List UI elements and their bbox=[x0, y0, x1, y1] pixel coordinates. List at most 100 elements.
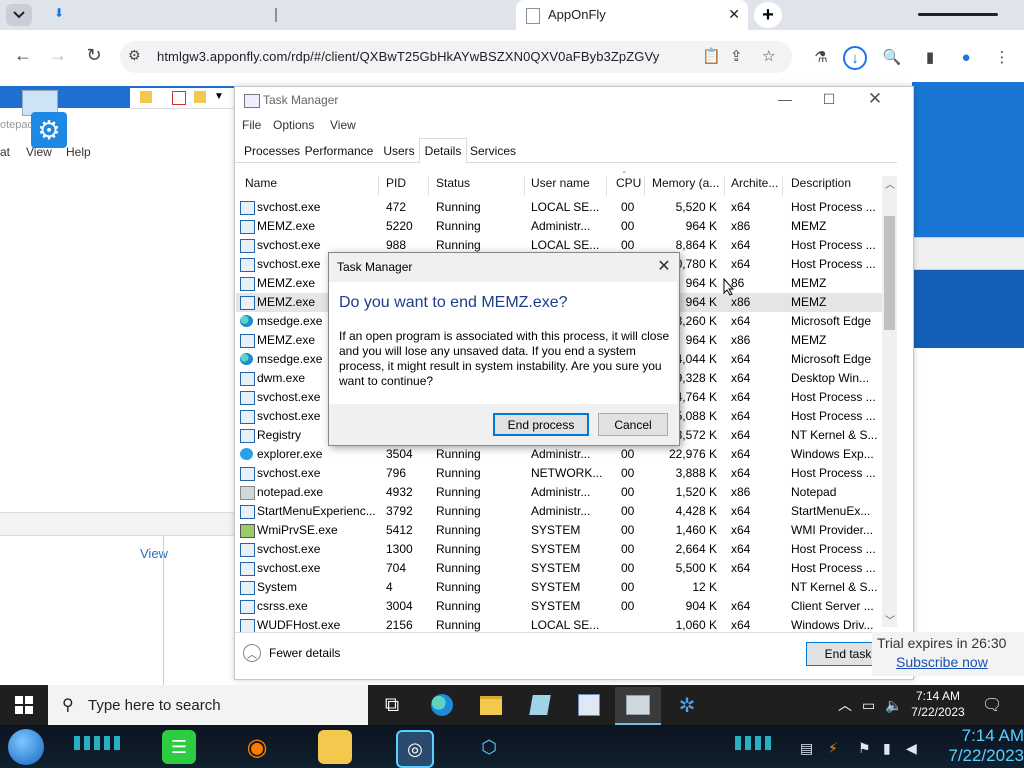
windows-clock[interactable]: 7:14 AM 7/22/2023 bbox=[902, 688, 974, 720]
process-row[interactable]: MEMZ.exe 5220 Running Administr... 00 964 K x8… bbox=[236, 217, 882, 236]
process-row[interactable]: csrss.exe 3004 Running SYSTEM 00 904 K x64 Clie… bbox=[236, 597, 882, 616]
column-header-name[interactable]: Name bbox=[245, 176, 277, 196]
process-row[interactable]: System 4 Running SYSTEM 00 12 K NT Kernel & S.… bbox=[236, 578, 882, 597]
column-header-status[interactable]: Status bbox=[436, 176, 470, 196]
cancel-button[interactable]: Cancel bbox=[598, 413, 668, 436]
network-tray-icon[interactable]: ▮ bbox=[883, 740, 891, 757]
tab-search-button[interactable] bbox=[6, 4, 32, 26]
column-separator[interactable] bbox=[378, 176, 379, 196]
more-menu-icon[interactable]: ⋮ bbox=[989, 44, 1015, 70]
virtualbox-icon[interactable]: ⬡ bbox=[472, 730, 506, 764]
menu-view[interactable]: View bbox=[330, 118, 356, 132]
volume-tray-icon[interactable]: ◀ bbox=[906, 740, 917, 757]
process-row[interactable]: StartMenuExperienc... 3792 Running Administ… bbox=[236, 502, 882, 521]
scrollbar-thumb[interactable] bbox=[884, 216, 895, 330]
address-bar[interactable]: ⚙ htmlgw3.apponfly.com/rdp/#/client/QXBw… bbox=[120, 41, 792, 73]
process-row[interactable]: svchost.exe 1300 Running SYSTEM 00 2,664 K x64… bbox=[236, 540, 882, 559]
file-explorer-icon[interactable] bbox=[468, 687, 514, 723]
download-icon[interactable]: ↓ bbox=[843, 46, 867, 70]
app-taskbar-icon[interactable] bbox=[566, 687, 612, 723]
end-process-button[interactable]: End process bbox=[493, 413, 589, 436]
chevron-down-icon[interactable]: ▼ bbox=[214, 91, 224, 102]
service-icon bbox=[240, 277, 255, 291]
new-tab-button[interactable]: + bbox=[754, 2, 782, 28]
tab-users[interactable]: Users bbox=[381, 140, 417, 162]
task-manager-taskbar-icon[interactable] bbox=[615, 687, 661, 725]
volume-icon[interactable]: 🔈 bbox=[885, 685, 902, 725]
host-launcher-icon[interactable] bbox=[8, 729, 44, 765]
fewer-details-button[interactable]: ︿ Fewer details bbox=[243, 644, 340, 662]
process-row[interactable]: svchost.exe 472 Running LOCAL SE... 00 5,520 … bbox=[236, 198, 882, 217]
spreadsheet-app-icon[interactable]: ☰ bbox=[162, 730, 196, 764]
show-hidden-icons[interactable]: ︿ bbox=[838, 685, 852, 725]
back-button[interactable]: ← bbox=[8, 40, 38, 70]
display-icon[interactable]: ▤ bbox=[800, 740, 813, 757]
search-placeholder: Type here to search bbox=[88, 697, 221, 714]
start-button[interactable] bbox=[0, 685, 48, 725]
process-row[interactable]: svchost.exe 704 Running SYSTEM 00 5,500 K x64 H… bbox=[236, 559, 882, 578]
chrome-icon[interactable]: ◎ bbox=[396, 730, 434, 768]
cell-mem: 1,460 K bbox=[675, 523, 717, 537]
menu-file[interactable]: File bbox=[242, 118, 261, 132]
taskbar-search-box[interactable]: ⚲ Type here to search bbox=[48, 685, 368, 725]
process-row[interactable]: WmiPrvSE.exe 5412 Running SYSTEM 00 1,460 K x6… bbox=[236, 521, 882, 540]
host-clock[interactable]: 7:14 AM 7/22/2023 bbox=[934, 726, 1024, 766]
close-tab-icon[interactable]: ✕ bbox=[728, 6, 740, 23]
column-separator[interactable] bbox=[644, 176, 645, 196]
tab-performance[interactable]: Performance bbox=[301, 140, 377, 162]
edge-taskbar-icon[interactable] bbox=[419, 687, 465, 723]
notepad-taskbar-icon[interactable] bbox=[517, 687, 563, 723]
column-separator[interactable] bbox=[606, 176, 607, 196]
subscribe-link[interactable]: Subscribe now bbox=[896, 654, 988, 670]
firefox-icon[interactable]: ◉ bbox=[240, 730, 274, 764]
reload-button[interactable]: ↻ bbox=[79, 40, 109, 70]
process-row[interactable]: notepad.exe 4932 Running Administr... 00 1,52… bbox=[236, 483, 882, 502]
column-header-pid[interactable]: PID bbox=[386, 176, 406, 196]
column-header-cpu[interactable]: CPU bbox=[616, 176, 641, 196]
column-header-user-name[interactable]: User name bbox=[531, 176, 590, 196]
column-header-architecture[interactable]: Archite... bbox=[731, 176, 778, 196]
tab-processes[interactable]: Processes bbox=[238, 140, 306, 162]
maximize-button[interactable]: ☐ bbox=[814, 88, 844, 110]
process-row[interactable]: explorer.exe 3504 Running Administr... 00 22,… bbox=[236, 445, 882, 464]
network-icon[interactable]: ▭ bbox=[862, 685, 875, 725]
column-separator[interactable] bbox=[724, 176, 725, 196]
window-minimize-button[interactable] bbox=[900, 0, 1024, 30]
search-icon[interactable]: 🔍 bbox=[879, 44, 905, 70]
flag-icon[interactable]: ⚑ bbox=[858, 740, 871, 757]
side-panel-icon[interactable]: ▮ bbox=[917, 44, 943, 70]
column-header-description[interactable]: Description bbox=[791, 176, 851, 196]
scroll-down-icon[interactable]: ﹀ bbox=[885, 612, 895, 627]
column-separator[interactable] bbox=[524, 176, 525, 196]
scroll-up-icon[interactable]: ︿ bbox=[885, 176, 895, 191]
labs-flask-icon[interactable]: ⚗ bbox=[808, 44, 834, 70]
clipboard-icon[interactable]: 📋 bbox=[702, 47, 721, 65]
close-button[interactable]: ✕ bbox=[860, 88, 890, 110]
menu-help[interactable]: Help bbox=[66, 145, 91, 159]
active-tab[interactable]: AppOnFly ✕ bbox=[516, 0, 748, 30]
column-separator[interactable] bbox=[428, 176, 429, 196]
dialog-close-button[interactable]: ✕ bbox=[654, 256, 674, 276]
url-text[interactable]: htmlgw3.apponfly.com/rdp/#/client/QXBwT2… bbox=[157, 49, 659, 64]
files-app-icon[interactable] bbox=[318, 730, 352, 764]
tab-services[interactable]: Services bbox=[467, 140, 519, 162]
menu-view[interactable]: View bbox=[26, 145, 52, 159]
site-info-icon[interactable]: ⚙ bbox=[128, 47, 141, 64]
settings-gear-icon[interactable]: ⚙ bbox=[31, 112, 67, 148]
notifications-icon[interactable]: 🗨 bbox=[982, 685, 1002, 725]
cell-name: svchost.exe bbox=[257, 238, 321, 252]
profile-avatar-icon[interactable]: ● bbox=[953, 44, 979, 70]
share-icon[interactable]: ⇪ bbox=[730, 47, 743, 65]
memz-taskbar-icon[interactable]: ✲ bbox=[664, 687, 710, 723]
tab-details[interactable]: Details bbox=[419, 138, 467, 164]
menu-format[interactable]: at bbox=[0, 145, 10, 159]
update-icon[interactable]: ⚡ bbox=[828, 740, 838, 757]
minimize-button[interactable]: — bbox=[770, 88, 800, 110]
column-separator[interactable] bbox=[782, 176, 783, 196]
forward-button[interactable]: → bbox=[43, 40, 73, 70]
task-view-icon[interactable]: ⧉ bbox=[369, 687, 415, 723]
column-header-memory[interactable]: Memory (a... bbox=[652, 176, 719, 196]
menu-options[interactable]: Options bbox=[273, 118, 314, 132]
process-row[interactable]: svchost.exe 796 Running NETWORK... 00 3,888 K… bbox=[236, 464, 882, 483]
bookmark-star-icon[interactable]: ☆ bbox=[762, 47, 775, 65]
